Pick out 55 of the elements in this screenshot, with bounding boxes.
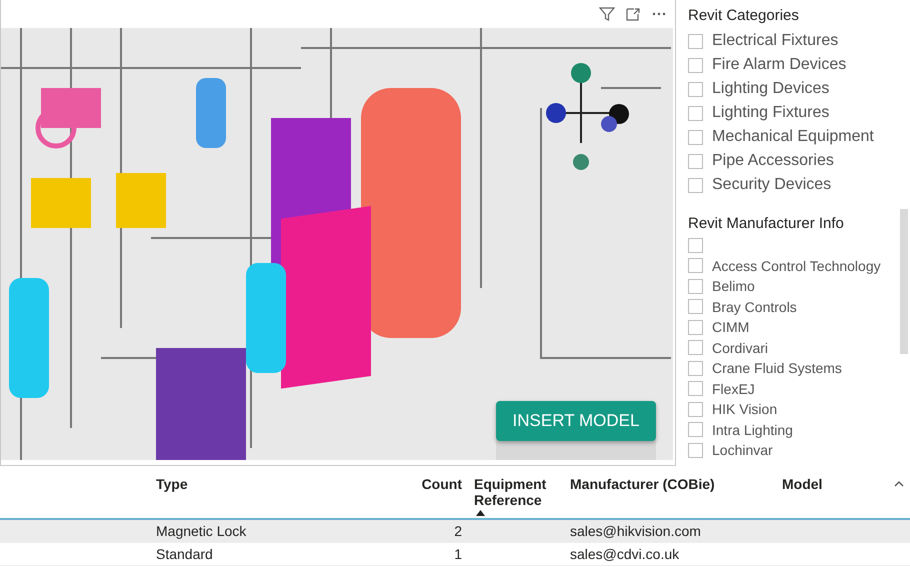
slicer-item[interactable]: Cordivari [712, 340, 768, 356]
slicer-item[interactable]: Lochinvar [712, 442, 773, 458]
checkbox[interactable] [688, 58, 703, 72]
table-cell-text: sales@cdvi.co.uk [570, 546, 680, 562]
checkbox[interactable] [688, 381, 703, 396]
checkbox[interactable] [688, 360, 703, 376]
slicer-item[interactable]: Belimo [712, 278, 755, 294]
slicer-item[interactable]: Security Devices [712, 176, 832, 194]
slicer-item[interactable]: Crane Fluid Systems [712, 360, 842, 376]
expand-icon[interactable] [625, 6, 641, 22]
checkbox[interactable] [688, 106, 703, 120]
slicer-item[interactable]: HIK Vision [712, 401, 778, 418]
slicer-item[interactable]: Pipe Accessories [712, 152, 834, 170]
slicer-title: Revit Categories [688, 7, 800, 24]
column-header[interactable]: Equipment Reference [474, 476, 558, 508]
slicer-item[interactable]: Access Control Technology [712, 258, 881, 274]
checkbox[interactable] [688, 320, 703, 335]
slicer-item[interactable]: Fire Alarm Devices [712, 56, 846, 74]
checkbox[interactable] [688, 340, 703, 356]
column-header[interactable]: Count [422, 476, 462, 492]
table-cell: 1 [454, 546, 462, 562]
table-row[interactable]: Standard 1 sales@cdvi.co.uk [0, 543, 910, 566]
column-header[interactable]: Type [156, 476, 394, 492]
column-header[interactable]: Model [782, 476, 904, 492]
slicer-item[interactable]: Mechanical Equipment [712, 128, 874, 146]
table-cell-text: Magnetic Lock [156, 523, 248, 539]
slicer-item[interactable]: Intra Lighting [712, 422, 793, 438]
table-cell-text: sales@hikvision.com [570, 523, 702, 539]
table-cell-text: Standard [156, 546, 214, 562]
checkbox[interactable] [688, 258, 703, 274]
slicer-item[interactable]: Electrical Fixtures [712, 32, 838, 50]
table-row[interactable]: Magnetic Lock 2 sales@hikvision.com [0, 520, 910, 543]
checkbox[interactable] [688, 299, 703, 314]
checkbox[interactable] [688, 422, 703, 438]
checkbox[interactable] [688, 442, 703, 458]
slicer-item[interactable]: CIMM [712, 319, 750, 336]
checkbox[interactable] [688, 278, 703, 294]
checkbox[interactable] [688, 402, 703, 417]
checkbox[interactable] [688, 82, 703, 96]
checkbox[interactable] [688, 178, 703, 192]
checkbox[interactable] [688, 130, 703, 144]
scroll-up-icon[interactable] [894, 480, 904, 487]
slicer-item[interactable]: Bray Controls [712, 298, 797, 315]
slicer-title: Revit Manufacturer Info [688, 215, 845, 232]
insert-model-button[interactable]: INSERT MODEL [496, 401, 656, 441]
checkbox[interactable] [688, 154, 703, 168]
scrollbar-thumb[interactable] [900, 209, 908, 354]
table-cell: 2 [454, 523, 462, 539]
filter-icon[interactable] [599, 6, 615, 22]
slicer-item[interactable]: Lighting Fixtures [712, 104, 830, 122]
slicer-item[interactable]: Lighting Devices [712, 80, 830, 98]
checkbox[interactable] [688, 34, 703, 48]
column-header[interactable]: Manufacturer (COBie) [570, 476, 770, 492]
slicer-item[interactable]: FlexEJ [712, 380, 755, 397]
checkbox[interactable] [688, 238, 703, 253]
